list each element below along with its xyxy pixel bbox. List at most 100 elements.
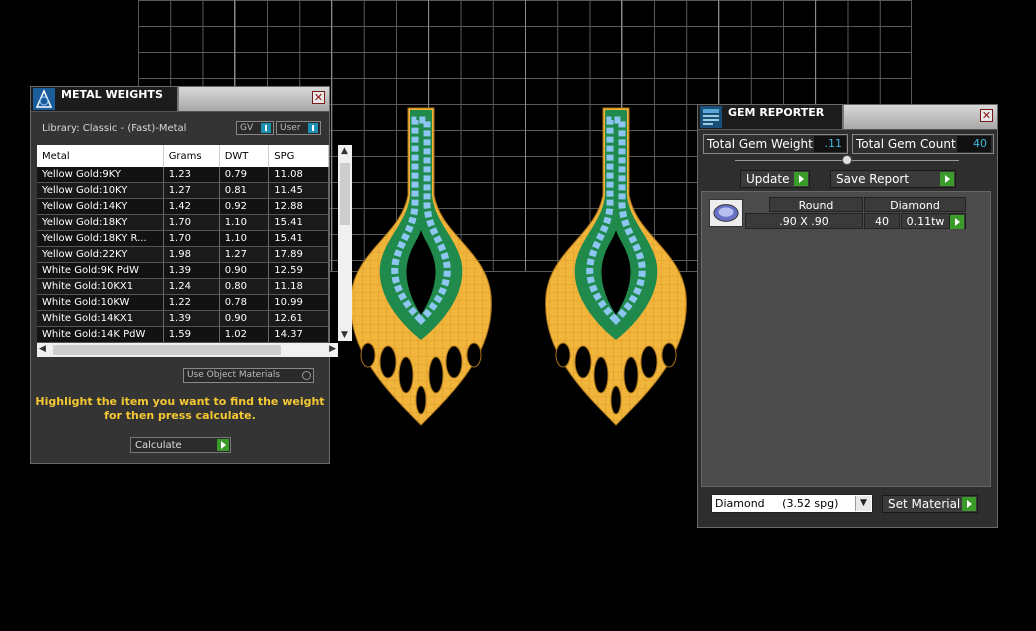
- dropdown-arrow-icon[interactable]: ▼: [855, 496, 871, 511]
- table-cell: 1.02: [219, 326, 270, 343]
- gem-list-area[interactable]: Round .90 X .90 Diamond 40 0.11tw: [701, 191, 991, 487]
- horizontal-scrollbar[interactable]: ◀ ▶: [37, 343, 338, 357]
- table-cell: 0.80: [219, 278, 270, 295]
- table-cell: 1.98: [163, 246, 220, 263]
- play-icon: [217, 439, 229, 451]
- table-cell: 0.79: [219, 167, 270, 183]
- total-gem-count-label: Total Gem Count: [856, 137, 956, 151]
- table-cell: 0.78: [219, 294, 270, 311]
- column-header[interactable]: DWT: [219, 145, 270, 167]
- table-cell: Yellow Gold:18KY: [37, 214, 164, 231]
- earring-left[interactable]: [346, 100, 496, 430]
- table-cell: 11.18: [268, 278, 329, 295]
- table-cell: 14.37: [268, 326, 329, 343]
- material-select-value: Diamond (3.52 spg): [715, 497, 839, 510]
- gv-label: GV: [240, 123, 254, 133]
- table-cell: White Gold:10KX1: [37, 278, 164, 295]
- table-cell: 10.99: [268, 294, 329, 311]
- table-cell: 0.90: [219, 310, 270, 327]
- table-row[interactable]: Yellow Gold:14KY 1.42 0.92 12.88: [37, 198, 329, 215]
- table-cell: 1.27: [219, 246, 270, 263]
- metal-weights-titlebar[interactable]: METAL WEIGHTS ✕: [31, 87, 329, 112]
- table-cell: 1.23: [163, 167, 220, 183]
- table-cell: Yellow Gold:18KY R...: [37, 230, 164, 247]
- gem-material: Diamond: [864, 197, 966, 212]
- table-row[interactable]: White Gold:10KW 1.22 0.78 10.99: [37, 294, 329, 311]
- table-cell: Yellow Gold:10KY: [37, 182, 164, 199]
- gem-count: 40: [864, 213, 900, 229]
- calculate-label: Calculate: [135, 440, 182, 451]
- update-label: Update: [746, 172, 790, 186]
- table-cell: 17.89: [268, 246, 329, 263]
- table-row[interactable]: Yellow Gold:22KY 1.98 1.27 17.89: [37, 246, 329, 263]
- total-gem-count-group: Total Gem Count 40: [852, 134, 994, 154]
- close-icon[interactable]: ✕: [312, 91, 325, 104]
- table-row[interactable]: Yellow Gold:10KY 1.27 0.81 11.45: [37, 182, 329, 199]
- column-header[interactable]: SPG: [268, 145, 329, 167]
- table-cell: 12.88: [268, 198, 329, 215]
- table-cell: 0.90: [219, 262, 270, 279]
- save-report-label: Save Report: [836, 172, 910, 186]
- table-cell: 1.39: [163, 262, 220, 279]
- total-gem-weight-group: Total Gem Weight .11: [703, 134, 848, 154]
- metal-weights-panel: METAL WEIGHTS ✕ Library: Classic - (Fast…: [30, 86, 352, 464]
- table-row[interactable]: White Gold:9K PdW 1.39 0.90 12.59: [37, 262, 329, 279]
- user-toggle[interactable]: User: [276, 121, 321, 135]
- material-select[interactable]: Diamond (3.52 spg) ▼: [711, 494, 873, 513]
- table-cell: 1.27: [163, 182, 220, 199]
- table-row[interactable]: White Gold:14KX1 1.39 0.90 12.61: [37, 310, 329, 327]
- play-icon: [794, 172, 808, 186]
- vertical-scrollbar[interactable]: ▲ ▼: [338, 145, 352, 341]
- table-cell: 1.59: [163, 326, 220, 343]
- table-cell: 1.22: [163, 294, 220, 311]
- earring-right[interactable]: [541, 100, 691, 430]
- set-material-button[interactable]: Set Material: [882, 495, 978, 513]
- table-cell: White Gold:9K PdW: [37, 262, 164, 279]
- table-row[interactable]: White Gold:14K PdW 1.59 1.02 14.37: [37, 326, 329, 343]
- table-cell: White Gold:14KX1: [37, 310, 164, 327]
- gem-row-go-button[interactable]: [950, 213, 966, 229]
- set-material-label: Set Material: [888, 497, 961, 511]
- table-cell: 1.70: [163, 230, 220, 247]
- gv-toggle[interactable]: GV: [236, 121, 274, 135]
- table-cell: 1.39: [163, 310, 220, 327]
- table-cell: 11.45: [268, 182, 329, 199]
- gem-size: .90 X .90: [745, 213, 863, 229]
- table-cell: 11.08: [268, 167, 329, 183]
- gem-row[interactable]: Round .90 X .90 Diamond 40 0.11tw: [709, 197, 966, 229]
- total-gem-weight-label: Total Gem Weight: [707, 137, 813, 151]
- column-header[interactable]: Metal: [37, 145, 164, 167]
- gem-shape: Round: [769, 197, 863, 212]
- metal-weights-title: METAL WEIGHTS: [61, 88, 163, 101]
- column-header[interactable]: Grams: [163, 145, 220, 167]
- gem-reporter-titlebar[interactable]: GEM REPORTER ✕: [698, 105, 997, 130]
- total-gem-count-value: 40: [957, 136, 991, 152]
- table-cell: 15.41: [268, 230, 329, 247]
- slider-handle[interactable]: [842, 155, 852, 165]
- user-label: User: [280, 123, 301, 133]
- use-object-materials-label: Use Object Materials: [187, 370, 281, 380]
- table-cell: 12.61: [268, 310, 329, 327]
- close-icon[interactable]: ✕: [980, 109, 993, 122]
- play-icon: [950, 215, 964, 229]
- table-cell: 1.70: [163, 214, 220, 231]
- slider-track[interactable]: [735, 155, 959, 165]
- calculate-button[interactable]: Calculate: [130, 437, 231, 453]
- table-cell: 1.24: [163, 278, 220, 295]
- gem-reporter-title: GEM REPORTER: [728, 106, 825, 119]
- update-button[interactable]: Update: [740, 170, 810, 188]
- save-report-button[interactable]: Save Report: [830, 170, 956, 188]
- table-row[interactable]: White Gold:10KX1 1.24 0.80 11.18: [37, 278, 329, 295]
- use-object-materials-toggle[interactable]: Use Object Materials: [183, 368, 314, 383]
- total-gem-weight-value: .11: [814, 136, 846, 152]
- table-cell: 1.42: [163, 198, 220, 215]
- table-row[interactable]: Yellow Gold:18KY R... 1.70 1.10 15.41: [37, 230, 329, 247]
- table-row[interactable]: Yellow Gold:9KY 1.23 0.79 11.08: [37, 167, 329, 183]
- table-row[interactable]: Yellow Gold:18KY 1.70 1.10 15.41: [37, 214, 329, 231]
- gem-reporter-icon: [700, 106, 722, 128]
- table-cell: 0.81: [219, 182, 270, 199]
- hint-text: Highlight the item you want to find the …: [35, 395, 325, 422]
- metal-table[interactable]: Metal Grams DWT SPG Yellow Gold:9KY 1.23 0.79…: [37, 145, 329, 343]
- table-cell: 0.92: [219, 198, 270, 215]
- gem-weight: 0.11tw: [901, 213, 950, 229]
